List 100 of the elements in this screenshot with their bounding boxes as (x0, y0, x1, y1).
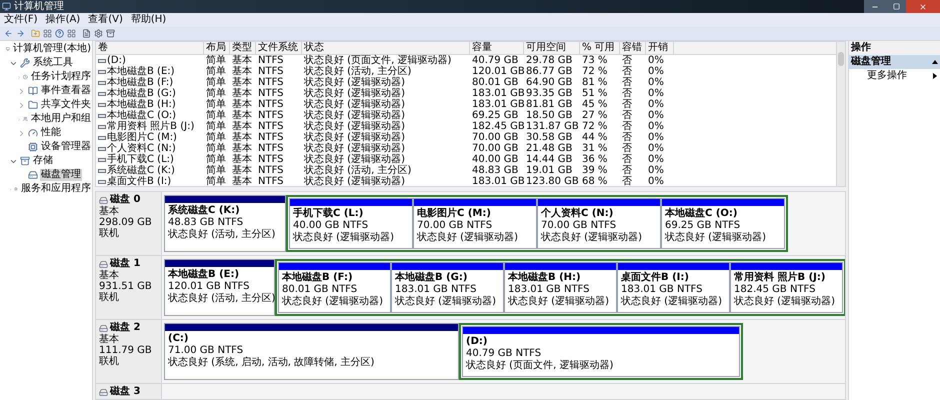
disk-name: 磁盘 3 (110, 386, 140, 398)
partition-name: 本地磁盘B (G:) (395, 272, 468, 284)
table-cell: 否 (622, 132, 632, 143)
column-header[interactable]: 容错 (620, 42, 646, 54)
help-icon[interactable] (55, 29, 64, 38)
table-cell: 否 (622, 110, 632, 121)
table-cell: 个人资料C (N:) (107, 143, 176, 154)
action-link[interactable]: 更多操作 (867, 70, 907, 82)
table-cell: 基本 (232, 143, 252, 154)
column-header[interactable]: 布局 (204, 42, 230, 54)
disk-status: 联机 (99, 228, 120, 239)
partition-status: 状态良好 (逻辑驱动器) (734, 296, 836, 308)
menu-item[interactable]: 查看(V) (88, 14, 123, 26)
table-cell: NTFS (258, 99, 284, 110)
partition[interactable]: 本地磁盘C (O:) 69.25 GB NTFS 状态良好 (逻辑驱动器) (661, 198, 785, 249)
partition-size: 40.79 GB NTFS (466, 348, 542, 360)
tree-item[interactable]: 磁盘管理 (40, 169, 82, 181)
tree-item[interactable]: 系统工具 (32, 57, 74, 69)
table-cell: 40.00 GB (472, 154, 518, 165)
folder-up-icon[interactable] (31, 29, 40, 38)
tree-item[interactable]: 计算机管理(本地) (12, 43, 92, 55)
disk-type: 基本 (99, 334, 120, 345)
table-cell: 0% (648, 88, 664, 99)
table-cell: 简单 (206, 88, 226, 99)
table-cell: 简单 (206, 132, 226, 143)
column-header[interactable]: 容量 (470, 42, 524, 54)
table-cell: 80.01 GB (472, 77, 518, 88)
partition[interactable]: 本地磁盘B (E:) 120.01 GB NTFS 状态良好 (活动, 主分区) (164, 259, 275, 316)
column-header[interactable]: 卷 (96, 42, 204, 54)
table-cell: 状态良好 (逻辑驱动器) (304, 132, 405, 143)
partition[interactable]: 本地磁盘B (G:) 183.01 GB NTFS 状态良好 (逻辑驱动器) (391, 262, 504, 313)
scrollbar[interactable] (836, 42, 845, 186)
menu-item[interactable]: 帮助(H) (130, 14, 166, 26)
table-cell: 简单 (206, 77, 226, 88)
table-cell: 0% (648, 132, 664, 143)
maximize-button[interactable] (886, 0, 906, 13)
table-cell: 81.81 GB (526, 99, 572, 110)
tree-item[interactable]: 事件查看器 (40, 85, 92, 97)
partition-name: 电影图片C (M:) (417, 208, 492, 220)
table-cell: 状态良好 (逻辑驱动器) (304, 88, 405, 99)
table-cell: 否 (622, 165, 632, 176)
partition[interactable]: 本地磁盘B (F:) 80.01 GB NTFS 状态良好 (逻辑驱动器) (278, 262, 391, 313)
table-cell: 状态良好 (逻辑驱动器) (304, 154, 405, 165)
partition-size: 183.01 GB NTFS (508, 284, 590, 296)
tree-item[interactable]: 共享文件夹 (40, 99, 92, 111)
partition-name: 本地磁盘C (O:) (665, 208, 738, 220)
actions-section-header[interactable]: 磁盘管理 (849, 55, 940, 69)
column-header[interactable]: 文件系统 (256, 42, 302, 54)
table-cell: 123.80 GB (526, 176, 579, 187)
column-header[interactable]: 可用空间 (524, 42, 580, 54)
partition[interactable]: 手机下载C (L:) 40.00 GB NTFS 状态良好 (逻辑驱动器) (289, 198, 413, 249)
table-cell: 182.45 GB (472, 121, 525, 132)
disk-size: 931.51 GB (99, 281, 153, 292)
users-icon (23, 114, 28, 124)
tree-item[interactable]: 任务计划程序 (30, 71, 92, 83)
partition-size: 70.00 GB NTFS (417, 220, 494, 232)
partition[interactable]: 常用资料 照片B (J:) 182.45 GB NTFS 状态良好 (逻辑驱动器) (730, 262, 843, 313)
partition-name: 常用资料 照片B (J:) (734, 272, 826, 284)
table-cell: 简单 (206, 154, 226, 165)
menu-item[interactable]: 操作(A) (46, 14, 80, 26)
partition-name: 本地磁盘B (E:) (168, 269, 240, 281)
partition[interactable]: (D:) 40.79 GB NTFS 状态良好 (页面文件, 逻辑驱动器) (462, 326, 740, 377)
tree-item[interactable]: 性能 (40, 127, 62, 139)
tree-item[interactable]: 存储 (32, 155, 54, 167)
close-icon (919, 2, 927, 10)
maximize-icon (892, 3, 900, 10)
partition[interactable]: (C:) 71.00 GB NTFS 状态良好 (系统, 启动, 活动, 故障转储, 主分区) (164, 323, 459, 380)
column-header[interactable]: 开销 (646, 42, 674, 54)
grid-icon[interactable] (67, 29, 76, 38)
column-header[interactable]: 状态 (302, 42, 470, 54)
tree-item[interactable]: 本地用户和组 (30, 113, 92, 125)
column-header[interactable]: 类型 (230, 42, 256, 54)
partition[interactable]: 电影图片C (M:) 70.00 GB NTFS 状态良好 (逻辑驱动器) (413, 198, 537, 249)
collapse-triangle-icon[interactable] (932, 60, 938, 64)
partition-status: 状态良好 (逻辑驱动器) (282, 296, 384, 308)
close-button[interactable] (906, 0, 940, 13)
clock-icon (23, 72, 28, 82)
partition[interactable]: 桌面文件B (I:) 183.01 GB NTFS 状态良好 (逻辑驱动器) (617, 262, 730, 313)
document-icon[interactable] (82, 29, 91, 38)
tree-item[interactable]: 服务和应用程序 (20, 183, 92, 195)
tree-item[interactable]: 设备管理器 (40, 141, 92, 153)
gear-icon (14, 184, 18, 194)
disk-name: 磁盘 2 (110, 322, 140, 334)
forward-icon[interactable] (16, 29, 25, 38)
gear-icon[interactable] (94, 29, 103, 38)
partition-size: 70.00 GB NTFS (541, 220, 618, 232)
archive-icon[interactable] (106, 29, 115, 38)
disk-size: 298.09 GB (99, 217, 153, 228)
column-header[interactable]: % 可用 (580, 42, 620, 54)
table-cell: 本地磁盘B (G:) (107, 88, 176, 99)
grid-icon[interactable] (43, 29, 52, 38)
partition[interactable]: 个人资料C (N:) 70.00 GB NTFS 状态良好 (逻辑驱动器) (537, 198, 661, 249)
table-cell: 本地磁盘B (H:) (107, 99, 176, 110)
partition[interactable]: 系统磁盘C (K:) 48.83 GB NTFS 状态良好 (活动, 主分区) (164, 195, 286, 252)
partition[interactable]: 本地磁盘B (H:) 183.01 GB NTFS 状态良好 (逻辑驱动器) (504, 262, 617, 313)
section-title: 磁盘管理 (851, 56, 891, 68)
table-cell: 27 % (582, 110, 608, 121)
table-cell: NTFS (258, 110, 284, 121)
back-icon[interactable] (4, 29, 13, 38)
menu-item[interactable]: 文件(F) (4, 14, 38, 26)
